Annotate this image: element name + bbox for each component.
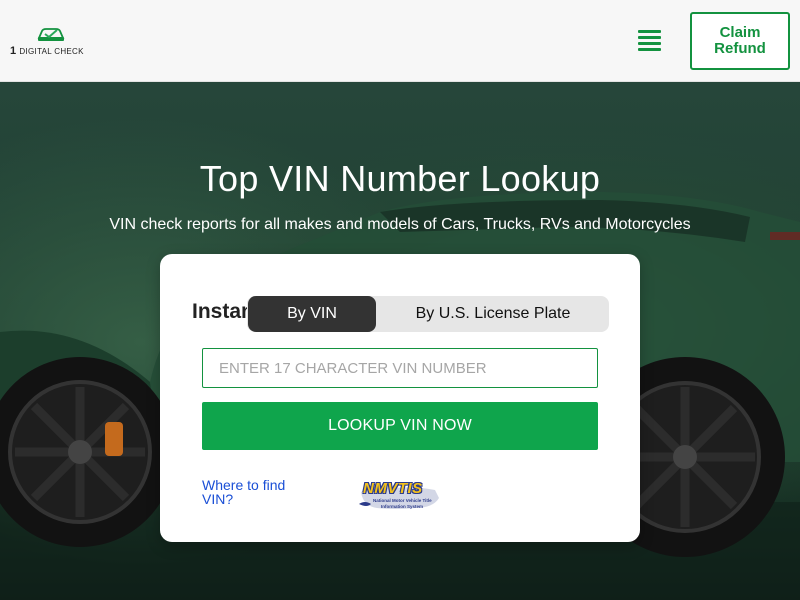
nmvtis-line2: Information System bbox=[381, 504, 424, 509]
vin-check-card: Instant VIN Check By U.S. License Plate … bbox=[160, 254, 640, 542]
nmvtis-badge: NMVTIS National Motor Vehicle Title Info… bbox=[355, 478, 447, 514]
nmvtis-line1: National Motor Vehicle Title bbox=[373, 498, 432, 503]
site-header: 1 DIGITAL CHECK Claim Refund bbox=[0, 0, 800, 82]
vin-input[interactable] bbox=[202, 348, 598, 388]
tab-by-license-plate[interactable]: By U.S. License Plate bbox=[377, 296, 609, 332]
claim-refund-button[interactable]: Claim Refund bbox=[690, 12, 790, 70]
hero-title: Top VIN Number Lookup bbox=[199, 158, 601, 199]
card-heading: Instant VIN Check bbox=[192, 300, 252, 323]
lookup-tabs: By U.S. License Plate By VIN bbox=[247, 296, 609, 332]
logo-text: DIGITAL CHECK bbox=[19, 47, 84, 56]
where-to-find-vin-link[interactable]: Where to find VIN? bbox=[202, 478, 312, 506]
site-logo[interactable]: 1 DIGITAL CHECK bbox=[10, 24, 90, 58]
hero-subtitle: VIN check reports for all makes and mode… bbox=[109, 216, 691, 233]
lookup-vin-button[interactable]: LOOKUP VIN NOW bbox=[202, 402, 598, 450]
hamburger-menu-icon[interactable] bbox=[638, 28, 661, 52]
logo-number: 1 bbox=[10, 45, 17, 57]
nmvtis-name: NMVTIS bbox=[363, 480, 423, 497]
car-logo-icon bbox=[37, 28, 65, 41]
tab-by-vin[interactable]: By VIN bbox=[248, 296, 376, 332]
